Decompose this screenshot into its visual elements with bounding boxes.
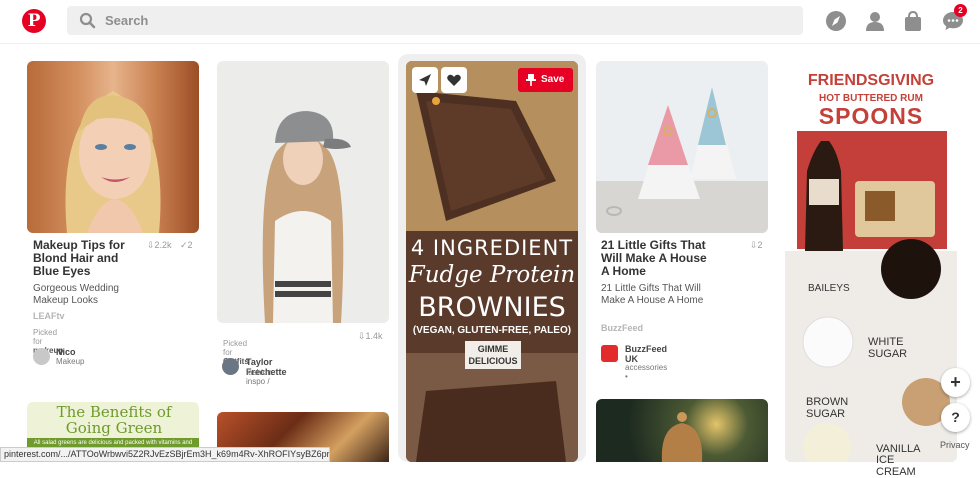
heart-icon — [447, 74, 461, 86]
profile-icon[interactable] — [864, 10, 886, 32]
brownie-line-2: Fudge Protein — [408, 262, 576, 288]
buzzfeed-avatar[interactable] — [601, 345, 618, 362]
add-pin-button[interactable]: + — [941, 368, 970, 397]
notification-badge: 2 — [954, 4, 967, 17]
check-icon: ✓ — [180, 240, 188, 250]
outfit-illustration — [262, 111, 351, 323]
send-button[interactable] — [412, 67, 438, 93]
avatar[interactable] — [222, 358, 239, 375]
pin-image-kettle[interactable] — [596, 399, 768, 462]
search-bar[interactable] — [67, 6, 803, 35]
help-button[interactable]: ? — [941, 403, 970, 432]
pin-source[interactable]: BuzzFeed — [601, 323, 643, 333]
label-white-sugar: WHITE SUGAR — [868, 336, 908, 360]
pin-icon — [526, 74, 536, 86]
label-baileys: BAILEYS — [808, 283, 850, 294]
avatar[interactable] — [33, 348, 50, 365]
user-board[interactable]: Makeup — [56, 357, 84, 366]
label-brown-sugar: BROWN SUGAR — [806, 396, 849, 420]
pinterest-logo[interactable]: P — [22, 9, 46, 33]
repin-count: ⇩2.2k — [147, 240, 172, 250]
pin-image-cap-outfit[interactable] — [217, 61, 389, 323]
kettle-illustration — [661, 412, 703, 462]
repin-count: ⇩2 — [750, 240, 763, 250]
save-button[interactable]: Save — [518, 68, 573, 92]
search-input[interactable] — [105, 6, 785, 35]
ring-holders-illustration — [596, 87, 768, 233]
repin-count: ⇩1.4k — [358, 331, 383, 341]
pin-source[interactable]: LEAFtv — [33, 311, 65, 321]
search-icon — [79, 12, 96, 29]
pin-icon: ⇩ — [147, 240, 155, 250]
spoons-heading-3: SPOONS — [818, 103, 924, 129]
pin-image-makeup-portrait[interactable] — [27, 61, 199, 233]
shopping-bag-icon[interactable] — [902, 10, 924, 32]
pin-description: 21 Little Gifts That Will Make A House A… — [601, 283, 704, 306]
pin-icon: ⇩ — [750, 240, 758, 250]
greens-heading: The Benefits of Going Green — [56, 403, 172, 437]
brownie-line-1: 4 INGREDIENT — [410, 236, 574, 260]
user-board[interactable]: fashion inspo / — [246, 368, 272, 386]
user-board[interactable]: • accessories • — [625, 354, 667, 381]
label-ice-cream: ICE CREAM — [876, 454, 916, 478]
status-bar-url: pinterest.com/.../ATTOoWrbwvi5Z2RJvEzSBj… — [0, 447, 330, 462]
privacy-link[interactable]: Privacy — [940, 440, 970, 450]
top-bar: P 2 — [0, 0, 980, 44]
pin-title[interactable]: 21 Little Gifts That Will Make A House A… — [601, 239, 713, 278]
like-button[interactable] — [441, 67, 467, 93]
send-icon — [419, 74, 431, 86]
brownie-line-3: BROWNIES — [418, 292, 566, 323]
brownie-line-4: (VEGAN, GLUTEN-FREE, PALEO) — [412, 325, 572, 336]
compass-icon[interactable] — [825, 10, 847, 32]
pin-description: Gorgeous Wedding Makeup Looks — [33, 283, 119, 306]
pin-icon: ⇩ — [358, 331, 366, 341]
like-count: ✓2 — [180, 240, 193, 250]
spoons-heading-1: FRIENDSGIVING — [807, 72, 935, 89]
gimme-delicious-tag: GIMME DELICIOUS — [465, 341, 521, 369]
pin-image-ring-holders[interactable] — [596, 61, 768, 233]
pin-title[interactable]: Makeup Tips for Blond Hair and Blue Eyes — [33, 239, 133, 278]
portrait-illustration — [65, 91, 161, 233]
user-name[interactable]: Nico — [56, 347, 76, 357]
